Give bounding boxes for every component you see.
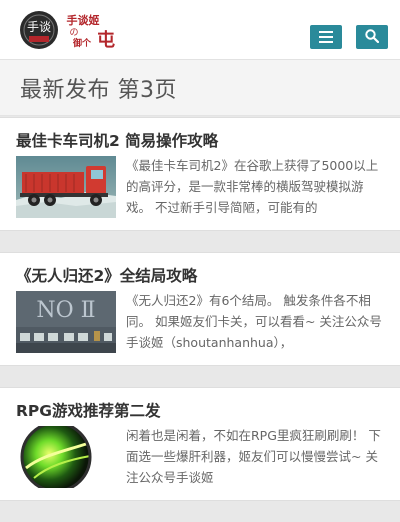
post-thumbnail[interactable]: NO Ⅱ (16, 291, 116, 353)
site-logo[interactable]: 手谈 手谈姬 の 御个 屯 (18, 9, 118, 51)
post-excerpt: 闲着也是闲着，不如在RPG里疯狂刷刷刷！ 下面选一些爆肝利器，姬友们可以慢慢尝试… (126, 428, 381, 485)
post-title[interactable]: 最佳卡车司机2 简易操作攻略 (16, 129, 218, 151)
site-header: 手谈 手谈姬 の 御个 屯 (0, 0, 400, 60)
post-item[interactable]: 最佳卡车司机2 简易操作攻略 《最佳卡车司机2》在谷歌上获得了5000以上的高评… (0, 117, 400, 231)
search-icon (365, 28, 380, 47)
post-item[interactable]: RPG游戏推荐第二发 闲着也是闲着，不如在RPG里疯狂刷刷刷！ 下面选一些爆肝利… (0, 387, 400, 501)
page-title: 最新发布 第3页 (20, 77, 177, 103)
thumb-text: NO Ⅱ (36, 298, 95, 323)
menu-icon (319, 28, 333, 47)
logo-text-3: の (69, 28, 78, 38)
page-heading-bar: 最新发布 第3页 (0, 60, 400, 116)
logo-text-5: 屯 (97, 29, 115, 51)
post-item[interactable]: 《无人归还2》全结局攻略 NO Ⅱ 《无人归还2》有6个结局。 触发条件各不相同… (0, 252, 400, 366)
post-title[interactable]: 《无人归还2》全结局攻略 (16, 264, 197, 286)
logo-text-4: 御个 (72, 37, 92, 49)
search-button[interactable] (356, 25, 388, 49)
post-thumbnail[interactable] (16, 156, 116, 218)
logo-text-2: 手谈姬 (67, 13, 100, 27)
post-excerpt: 《最佳卡车司机2》在谷歌上获得了5000以上的高评分，是一款非常棒的横版驾驶模拟… (126, 158, 379, 215)
logo-text-1: 手谈 (27, 20, 51, 34)
post-thumbnail[interactable] (16, 426, 116, 488)
post-excerpt: 《无人归还2》有6个结局。 触发条件各不相同。 如果姬友们卡关，可以看看~ 关注… (126, 293, 382, 350)
post-title[interactable]: RPG游戏推荐第二发 (16, 399, 161, 421)
menu-button[interactable] (310, 25, 342, 49)
